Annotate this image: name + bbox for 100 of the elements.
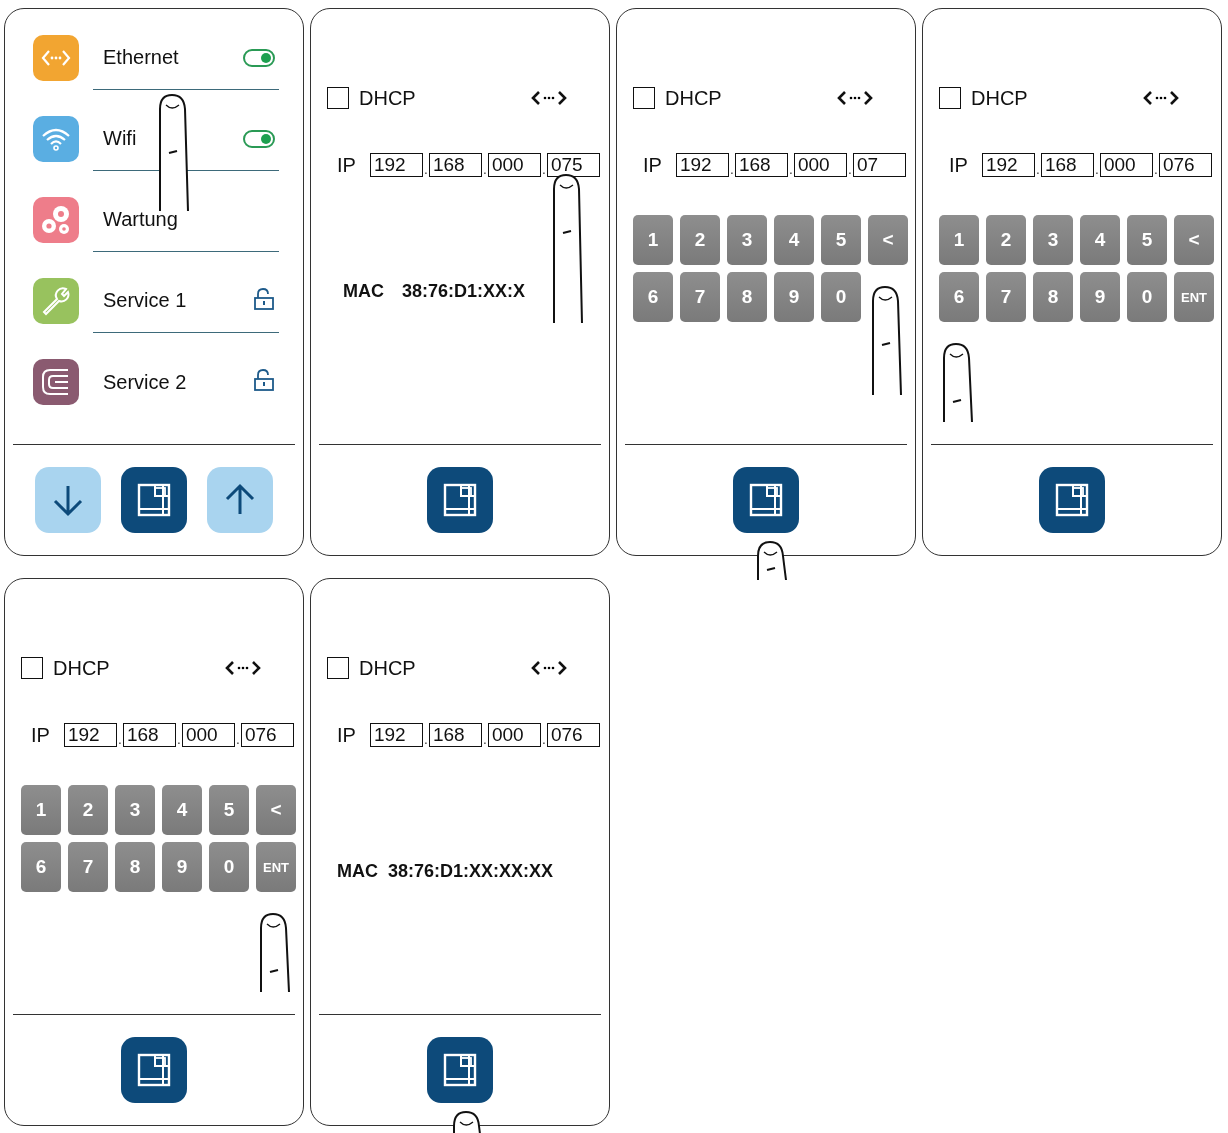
checkbox[interactable] [21,657,43,679]
dot-separator: . [541,163,547,177]
keypad-key[interactable]: 0 [1127,272,1167,322]
scroll-up-button[interactable] [207,467,273,533]
menu-icon-tile[interactable] [33,197,79,243]
keypad-key[interactable]: 4 [1080,215,1120,265]
menu-item-label[interactable]: Service 2 [103,370,187,394]
code-arrows-icon [837,89,873,107]
keypad-key[interactable]: 1 [939,215,979,265]
keypad-key[interactable]: 4 [774,215,814,265]
menu-item-label[interactable]: Ethernet [103,46,179,69]
home-button[interactable] [1039,467,1105,533]
checkbox[interactable] [327,87,349,109]
keypad-key[interactable]: 8 [115,842,155,892]
keypad-key[interactable]: ENT [1174,272,1214,322]
ip-octet-field[interactable]: 000 [487,723,541,747]
toggle-switch[interactable] [243,129,275,148]
keypad-key[interactable]: 2 [680,215,720,265]
keypad-key[interactable]: 9 [1080,272,1120,322]
open-lock-icon[interactable] [253,369,275,391]
ip-octet-field[interactable]: 076 [546,723,600,747]
keypad-key[interactable]: 1 [633,215,673,265]
home-button[interactable] [121,1037,187,1103]
ip-octet-field[interactable]: 168 [428,723,482,747]
ip-octet-field[interactable]: 07 [852,153,906,177]
ip-label: IP [949,154,968,177]
checkbox[interactable] [939,87,961,109]
ip-label: IP [31,724,50,747]
wifi-icon [41,126,71,152]
dot-separator: . [1094,163,1100,177]
ip-label: IP [337,724,356,747]
keypad-key[interactable]: 9 [774,272,814,322]
home-button[interactable] [733,467,799,533]
ip-octet-field[interactable]: 192 [63,723,117,747]
mac-label: MAC [343,281,384,302]
checkbox[interactable] [327,657,349,679]
ip-octet-field[interactable]: 192 [675,153,729,177]
code-arrows-icon [225,659,261,677]
keypad-key[interactable]: 1 [21,785,61,835]
keypad-key[interactable]: 3 [727,215,767,265]
keypad-key[interactable]: 3 [1033,215,1073,265]
keypad-key[interactable]: 7 [68,842,108,892]
home-button[interactable] [427,1037,493,1103]
mac-address: 38:76:D1:XX:XX:XX [388,861,554,882]
keypad-key[interactable]: 0 [209,842,249,892]
ip-octet-field[interactable]: 000 [793,153,847,177]
checkbox[interactable] [633,87,655,109]
keypad-key[interactable]: 5 [1127,215,1167,265]
dhcp-label: DHCP [359,86,417,110]
home-button[interactable] [427,467,493,533]
keypad-key[interactable]: 7 [986,272,1026,322]
menu-icon-tile[interactable] [33,278,79,324]
dot-separator: . [423,163,429,177]
ip-octet-field[interactable]: 192 [369,723,423,747]
keypad-key[interactable]: < [1174,215,1214,265]
menu-icon-tile[interactable] [33,359,79,405]
scroll-down-button[interactable] [35,467,101,533]
ip-octet-field[interactable]: 000 [181,723,235,747]
ip-octet-field[interactable]: 168 [428,153,482,177]
keypad-key[interactable]: ENT [256,842,296,892]
keypad-key[interactable]: 2 [986,215,1026,265]
keypad-key[interactable]: 9 [162,842,202,892]
keypad-key[interactable]: 6 [633,272,673,322]
menu-item-label[interactable]: Wartung [103,208,178,231]
open-lock-icon[interactable] [253,287,275,310]
menu-icon-tile[interactable] [33,35,79,81]
toggle-switch[interactable] [243,48,275,67]
dot-separator: . [235,733,241,747]
keypad-key[interactable]: 8 [1033,272,1073,322]
ip-label: IP [337,154,356,177]
home-button[interactable] [121,467,187,533]
ip-octet-field[interactable]: 168 [1040,153,1094,177]
dot-separator: . [482,733,488,747]
ip-octet-field[interactable]: 168 [734,153,788,177]
dot-separator: . [1153,163,1159,177]
ip-octet-field[interactable]: 168 [122,723,176,747]
keypad-key[interactable]: 0 [821,272,861,322]
keypad-key[interactable]: 4 [162,785,202,835]
keypad-key[interactable]: 7 [680,272,720,322]
keypad-key[interactable]: 6 [939,272,979,322]
ip-octet-field[interactable]: 076 [1158,153,1212,177]
menu-icon-tile[interactable] [33,116,79,162]
keypad-key[interactable]: 2 [68,785,108,835]
code-arrows-icon [531,659,567,677]
menu-item-label[interactable]: Service 1 [103,289,187,312]
dhcp-label: DHCP [359,656,417,680]
keypad-key[interactable]: 5 [821,215,861,265]
ip-octet-field[interactable]: 000 [1099,153,1153,177]
keypad-key[interactable]: 3 [115,785,155,835]
ip-octet-field[interactable]: 192 [369,153,423,177]
menu-item-label[interactable]: Wifi [103,127,137,150]
keypad-key[interactable]: 6 [21,842,61,892]
keypad-key[interactable]: < [868,215,908,265]
ip-octet-field[interactable]: 192 [981,153,1035,177]
keypad-key[interactable]: 5 [209,785,249,835]
keypad-key[interactable]: 8 [727,272,767,322]
ip-octet-field[interactable]: 000 [487,153,541,177]
ip-octet-field[interactable]: 076 [240,723,294,747]
keypad-key[interactable]: < [256,785,296,835]
dot-separator: . [1035,163,1041,177]
